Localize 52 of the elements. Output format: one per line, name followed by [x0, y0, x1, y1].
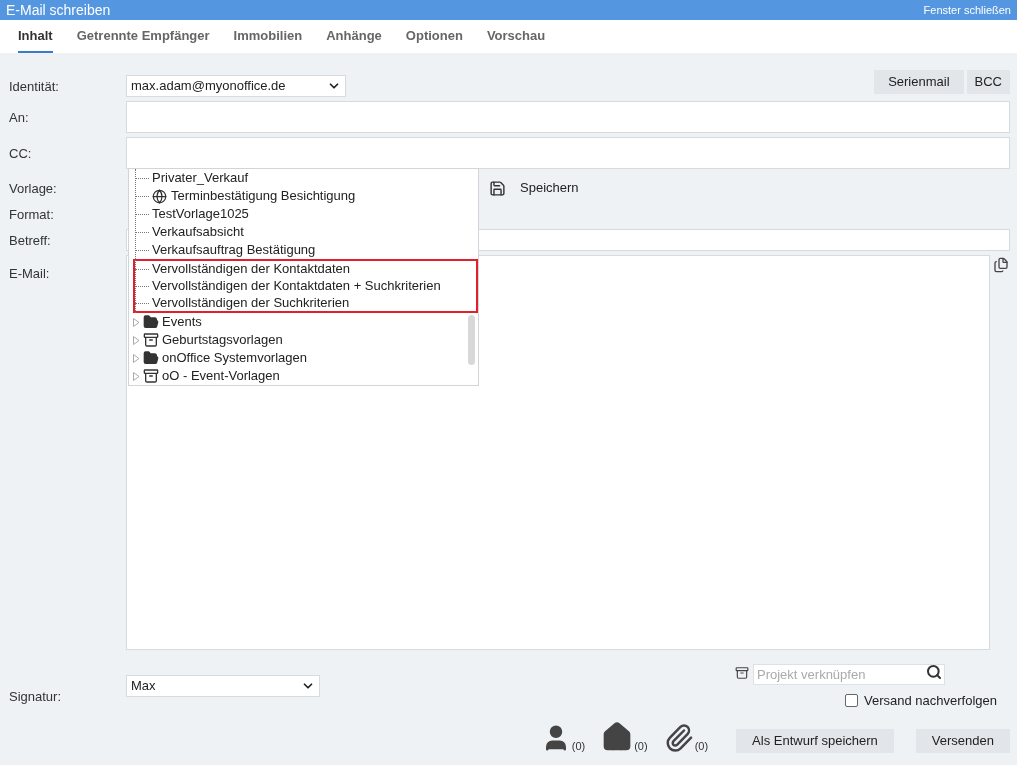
counter: (0)	[634, 739, 648, 754]
folder-item[interactable]: onOffice Systemvorlagen	[162, 348, 307, 368]
tab[interactable]: Vorschau	[486, 20, 546, 53]
tab[interactable]: Optionen	[405, 20, 463, 53]
globe-icon	[152, 188, 167, 204]
field-label: Betreff:	[9, 233, 51, 248]
to-field[interactable]	[126, 101, 1010, 133]
tracking-checkbox[interactable]	[845, 694, 858, 708]
project-field[interactable]: Projekt verknüpfen	[753, 664, 945, 685]
field-label: Signatur:	[9, 689, 62, 704]
identity-select[interactable]: max.adam@myonoffice.de	[126, 75, 346, 97]
template-item[interactable]: Verkaufsabsicht	[152, 222, 244, 242]
action-button[interactable]: Als Entwurf speichern	[736, 728, 894, 753]
save-icon[interactable]	[489, 179, 506, 197]
folder-icon	[143, 350, 159, 366]
template-item[interactable]: Terminbestätigung Besichtigung	[171, 186, 356, 206]
tab[interactable]: Getrennte Empfänger	[76, 20, 210, 53]
documents-icon[interactable]	[993, 257, 1009, 273]
signature-select[interactable]: Max	[126, 675, 320, 697]
template-item[interactable]: Vervollständigen der Kontaktdaten	[152, 259, 351, 279]
window-title: E-Mail schreiben	[6, 0, 111, 20]
field-label: An:	[9, 110, 29, 125]
field-label: CC:	[9, 146, 32, 161]
field-label: Vorlage:	[9, 181, 57, 196]
folder-item[interactable]: oO - Event-Vorlagen	[162, 366, 280, 385]
template-item[interactable]: Vervollständigen der Kontaktdaten + Suchkriterien	[152, 276, 441, 296]
tab[interactable]: Inhalt	[18, 20, 53, 53]
folder-item[interactable]: Geburtstagsvorlagen	[162, 330, 283, 350]
template-item[interactable]: TestVorlage1025	[152, 204, 249, 224]
toolbar-button[interactable]: Serienmail	[874, 70, 964, 94]
template-item[interactable]: Privater_Verkauf	[152, 169, 249, 188]
field-label: Identität:	[9, 79, 59, 94]
save-label[interactable]: Speichern	[520, 178, 579, 198]
counter: (0)	[571, 739, 586, 754]
template-item[interactable]: Verkaufsauftrag Bestätigung	[152, 240, 316, 260]
field-label: Format:	[9, 207, 54, 222]
tab[interactable]: Anhänge	[326, 20, 382, 53]
scrollbar-thumb[interactable]	[468, 315, 475, 365]
cc-field[interactable]	[126, 137, 1010, 169]
archive-icon	[143, 368, 159, 384]
toolbar-button[interactable]: BCC	[966, 70, 1010, 94]
tracking-label: Versand nachverfolgen	[864, 692, 997, 710]
counter: (0)	[694, 739, 709, 754]
template-item[interactable]: Vervollständigen der Suchkriterien	[152, 293, 350, 313]
cabinet-icon	[735, 665, 749, 680]
field-label: E-Mail:	[9, 266, 50, 281]
archive-icon	[143, 332, 159, 348]
tab[interactable]: Immobilien	[233, 20, 303, 53]
search-icon[interactable]	[926, 664, 942, 680]
folder-item[interactable]: Events	[162, 312, 202, 332]
folder-icon	[143, 314, 159, 330]
action-button[interactable]: Versenden	[915, 728, 1010, 753]
